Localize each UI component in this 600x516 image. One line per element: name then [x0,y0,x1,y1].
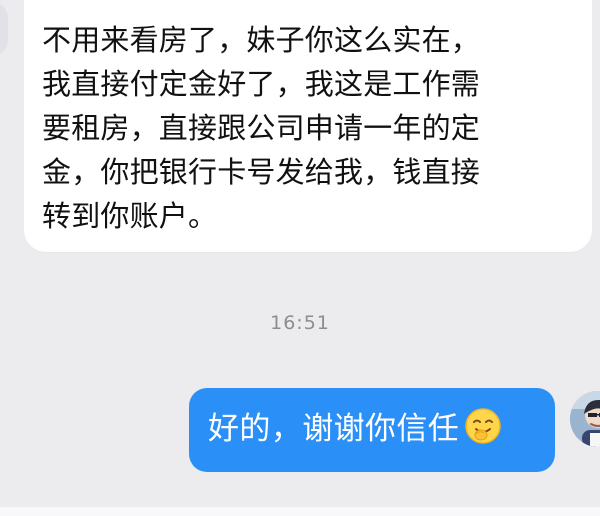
incoming-message-bubble[interactable]: 不用来看房了，妹子你这么实在， 我直接付定金好了，我这是工作需 要租房，直接跟公… [24,0,592,252]
outgoing-message-bubble[interactable]: 好的，谢谢你信任 [189,388,555,472]
outgoing-message-row: 好的，谢谢你信任 [208,406,503,452]
incoming-message-text: 不用来看房了，妹子你这么实在， 我直接付定金好了，我这是工作需 要租房，直接跟公… [42,23,481,233]
avatar-icon[interactable] [570,391,600,447]
message-timestamp: 16:51 [270,312,330,334]
chat-screen: 不用来看房了，妹子你这么实在， 我直接付定金好了，我这是工作需 要租房，直接跟公… [0,0,600,516]
left-avatar-fragment [0,2,8,56]
smiling-emoji-icon [463,406,503,446]
bottom-edge-strip [0,507,600,516]
outgoing-message-text: 好的，谢谢你信任 [208,411,460,447]
